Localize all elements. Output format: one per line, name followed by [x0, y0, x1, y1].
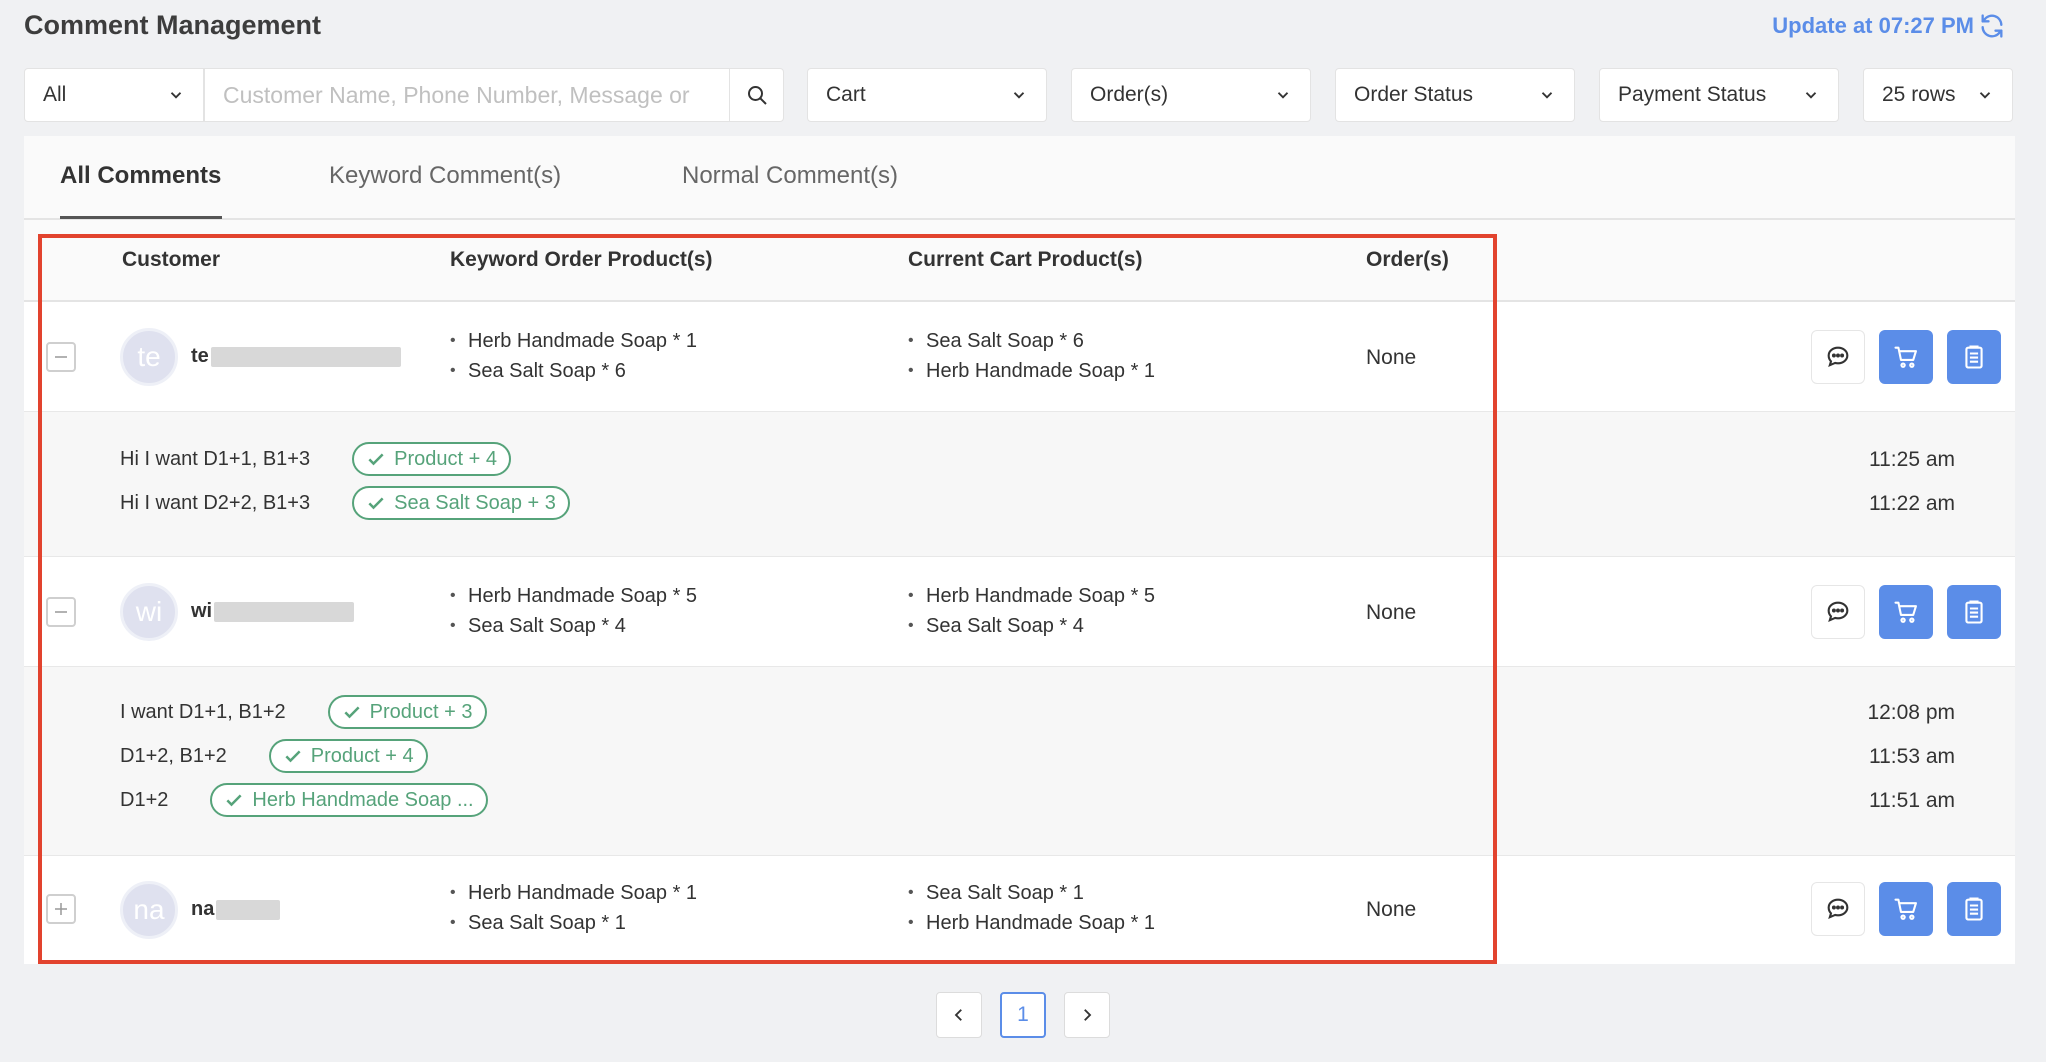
message-button[interactable] [1811, 330, 1865, 384]
update-status[interactable]: Update at 07:27 PM [1772, 12, 2006, 40]
message-button[interactable] [1811, 882, 1865, 936]
chevron-down-icon [1541, 92, 1553, 99]
row-actions [1811, 882, 2001, 936]
order-button[interactable] [1947, 882, 2001, 936]
prev-page-button[interactable] [936, 992, 982, 1038]
chevron-right-icon [1084, 1009, 1092, 1021]
payment-status-filter-value: Payment Status [1618, 83, 1767, 106]
tab-keyword-comments[interactable]: Keyword Comment(s) [329, 162, 561, 190]
comment-time: 12:08 pm [1867, 701, 1955, 724]
page-number-button[interactable]: 1 [1000, 992, 1046, 1038]
orders-filter[interactable]: Order(s) [1071, 68, 1311, 122]
clipboard-icon [1965, 897, 1983, 921]
cart-icon [1894, 346, 1917, 368]
search-icon [747, 86, 767, 105]
clipboard-icon [1965, 345, 1983, 369]
clipboard-icon [1965, 600, 1983, 624]
cart-icon [1894, 898, 1917, 920]
order-status-filter[interactable]: Order Status [1335, 68, 1575, 122]
comment-time: 11:51 am [1869, 789, 1955, 812]
order-status-filter-value: Order Status [1354, 83, 1474, 106]
chat-icon [1827, 898, 1849, 920]
page-title: Comment Management [24, 10, 322, 40]
search-button[interactable] [729, 69, 783, 121]
update-text: Update at 07:27 PM [1772, 13, 1974, 38]
scope-select[interactable]: All [24, 68, 204, 122]
chevron-down-icon [170, 92, 182, 99]
chat-icon [1827, 601, 1849, 623]
cart-button[interactable] [1879, 330, 1933, 384]
search-box [204, 68, 784, 122]
rows-per-page-select[interactable]: 25 rows [1863, 68, 2013, 122]
tab-all-comments[interactable]: All Comments [60, 162, 221, 190]
chevron-down-icon [1013, 92, 1025, 99]
order-button[interactable] [1947, 585, 2001, 639]
cart-filter[interactable]: Cart [807, 68, 1047, 122]
chevron-down-icon [1805, 92, 1817, 99]
message-button[interactable] [1811, 585, 1865, 639]
chevron-left-icon [954, 1009, 962, 1021]
payment-status-filter[interactable]: Payment Status [1599, 68, 1839, 122]
cart-icon [1894, 601, 1917, 623]
search-input[interactable] [205, 69, 729, 121]
cart-button[interactable] [1879, 882, 1933, 936]
comment-time: 11:25 am [1869, 448, 1955, 471]
pagination: 1 [936, 992, 1110, 1038]
chat-icon [1827, 346, 1849, 368]
row-actions [1811, 330, 2001, 384]
comment-time: 11:22 am [1869, 492, 1955, 515]
order-button[interactable] [1947, 330, 2001, 384]
scope-select-value: All [43, 83, 67, 106]
highlight-box [38, 234, 1497, 964]
rows-per-page-value: 25 rows [1882, 83, 1956, 106]
refresh-icon[interactable] [1978, 12, 2006, 40]
chevron-down-icon [1277, 92, 1289, 99]
comment-time: 11:53 am [1869, 745, 1955, 768]
next-page-button[interactable] [1064, 992, 1110, 1038]
tab-bar: All Comments Keyword Comment(s) Normal C… [24, 136, 2015, 220]
orders-filter-value: Order(s) [1090, 83, 1169, 106]
row-actions [1811, 585, 2001, 639]
tab-normal-comments[interactable]: Normal Comment(s) [682, 162, 898, 190]
cart-filter-value: Cart [826, 83, 866, 106]
cart-button[interactable] [1879, 585, 1933, 639]
active-tab-indicator [60, 216, 222, 219]
chevron-down-icon [1979, 92, 1991, 99]
